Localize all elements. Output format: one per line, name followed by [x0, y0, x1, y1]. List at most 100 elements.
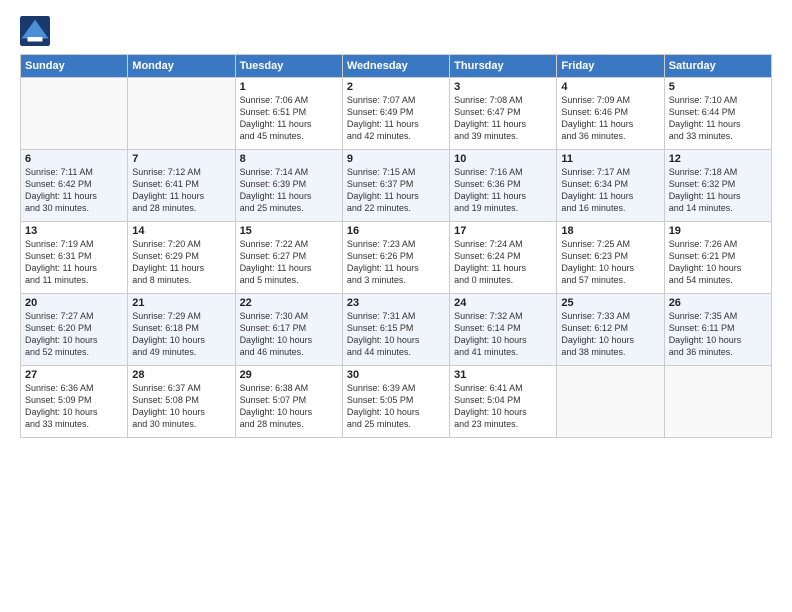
calendar-cell: 13Sunrise: 7:19 AM Sunset: 6:31 PM Dayli… — [21, 222, 128, 294]
day-number: 24 — [454, 297, 552, 309]
calendar-cell — [557, 366, 664, 438]
day-info: Sunrise: 7:14 AM Sunset: 6:39 PM Dayligh… — [240, 166, 338, 215]
calendar-cell: 1Sunrise: 7:06 AM Sunset: 6:51 PM Daylig… — [235, 78, 342, 150]
day-number: 14 — [132, 225, 230, 237]
weekday-header-monday: Monday — [128, 55, 235, 78]
day-info: Sunrise: 7:29 AM Sunset: 6:18 PM Dayligh… — [132, 310, 230, 359]
day-info: Sunrise: 7:20 AM Sunset: 6:29 PM Dayligh… — [132, 238, 230, 287]
calendar-cell: 25Sunrise: 7:33 AM Sunset: 6:12 PM Dayli… — [557, 294, 664, 366]
day-number: 18 — [561, 225, 659, 237]
calendar-cell: 28Sunrise: 6:37 AM Sunset: 5:08 PM Dayli… — [128, 366, 235, 438]
day-info: Sunrise: 7:24 AM Sunset: 6:24 PM Dayligh… — [454, 238, 552, 287]
day-number: 31 — [454, 369, 552, 381]
calendar-cell: 22Sunrise: 7:30 AM Sunset: 6:17 PM Dayli… — [235, 294, 342, 366]
calendar-cell: 3Sunrise: 7:08 AM Sunset: 6:47 PM Daylig… — [450, 78, 557, 150]
header — [20, 16, 772, 46]
day-info: Sunrise: 7:18 AM Sunset: 6:32 PM Dayligh… — [669, 166, 767, 215]
calendar-cell: 24Sunrise: 7:32 AM Sunset: 6:14 PM Dayli… — [450, 294, 557, 366]
calendar-cell: 20Sunrise: 7:27 AM Sunset: 6:20 PM Dayli… — [21, 294, 128, 366]
calendar-cell: 26Sunrise: 7:35 AM Sunset: 6:11 PM Dayli… — [664, 294, 771, 366]
page: SundayMondayTuesdayWednesdayThursdayFrid… — [0, 0, 792, 448]
weekday-header-thursday: Thursday — [450, 55, 557, 78]
calendar-cell: 10Sunrise: 7:16 AM Sunset: 6:36 PM Dayli… — [450, 150, 557, 222]
calendar-cell: 8Sunrise: 7:14 AM Sunset: 6:39 PM Daylig… — [235, 150, 342, 222]
day-info: Sunrise: 7:09 AM Sunset: 6:46 PM Dayligh… — [561, 94, 659, 143]
calendar-cell: 30Sunrise: 6:39 AM Sunset: 5:05 PM Dayli… — [342, 366, 449, 438]
day-number: 29 — [240, 369, 338, 381]
calendar-cell: 6Sunrise: 7:11 AM Sunset: 6:42 PM Daylig… — [21, 150, 128, 222]
calendar-cell — [664, 366, 771, 438]
day-info: Sunrise: 6:36 AM Sunset: 5:09 PM Dayligh… — [25, 382, 123, 431]
weekday-header-friday: Friday — [557, 55, 664, 78]
logo-icon — [20, 16, 50, 46]
calendar-week-3: 13Sunrise: 7:19 AM Sunset: 6:31 PM Dayli… — [21, 222, 772, 294]
day-number: 3 — [454, 81, 552, 93]
day-info: Sunrise: 7:12 AM Sunset: 6:41 PM Dayligh… — [132, 166, 230, 215]
day-info: Sunrise: 6:41 AM Sunset: 5:04 PM Dayligh… — [454, 382, 552, 431]
calendar-cell: 11Sunrise: 7:17 AM Sunset: 6:34 PM Dayli… — [557, 150, 664, 222]
day-info: Sunrise: 7:06 AM Sunset: 6:51 PM Dayligh… — [240, 94, 338, 143]
day-number: 10 — [454, 153, 552, 165]
day-info: Sunrise: 7:16 AM Sunset: 6:36 PM Dayligh… — [454, 166, 552, 215]
day-number: 6 — [25, 153, 123, 165]
day-number: 30 — [347, 369, 445, 381]
day-number: 22 — [240, 297, 338, 309]
day-number: 2 — [347, 81, 445, 93]
day-number: 1 — [240, 81, 338, 93]
day-number: 27 — [25, 369, 123, 381]
calendar-cell: 18Sunrise: 7:25 AM Sunset: 6:23 PM Dayli… — [557, 222, 664, 294]
day-info: Sunrise: 7:30 AM Sunset: 6:17 PM Dayligh… — [240, 310, 338, 359]
day-number: 12 — [669, 153, 767, 165]
day-info: Sunrise: 7:19 AM Sunset: 6:31 PM Dayligh… — [25, 238, 123, 287]
day-number: 4 — [561, 81, 659, 93]
calendar-week-4: 20Sunrise: 7:27 AM Sunset: 6:20 PM Dayli… — [21, 294, 772, 366]
calendar-cell: 12Sunrise: 7:18 AM Sunset: 6:32 PM Dayli… — [664, 150, 771, 222]
calendar-cell — [128, 78, 235, 150]
day-number: 9 — [347, 153, 445, 165]
day-number: 5 — [669, 81, 767, 93]
day-info: Sunrise: 7:25 AM Sunset: 6:23 PM Dayligh… — [561, 238, 659, 287]
calendar-week-5: 27Sunrise: 6:36 AM Sunset: 5:09 PM Dayli… — [21, 366, 772, 438]
day-number: 23 — [347, 297, 445, 309]
calendar-cell: 23Sunrise: 7:31 AM Sunset: 6:15 PM Dayli… — [342, 294, 449, 366]
calendar-cell: 15Sunrise: 7:22 AM Sunset: 6:27 PM Dayli… — [235, 222, 342, 294]
weekday-header-wednesday: Wednesday — [342, 55, 449, 78]
day-info: Sunrise: 6:37 AM Sunset: 5:08 PM Dayligh… — [132, 382, 230, 431]
day-number: 13 — [25, 225, 123, 237]
day-number: 16 — [347, 225, 445, 237]
day-info: Sunrise: 7:10 AM Sunset: 6:44 PM Dayligh… — [669, 94, 767, 143]
calendar-cell: 27Sunrise: 6:36 AM Sunset: 5:09 PM Dayli… — [21, 366, 128, 438]
day-info: Sunrise: 7:31 AM Sunset: 6:15 PM Dayligh… — [347, 310, 445, 359]
calendar-cell: 5Sunrise: 7:10 AM Sunset: 6:44 PM Daylig… — [664, 78, 771, 150]
day-info: Sunrise: 7:27 AM Sunset: 6:20 PM Dayligh… — [25, 310, 123, 359]
calendar-week-2: 6Sunrise: 7:11 AM Sunset: 6:42 PM Daylig… — [21, 150, 772, 222]
calendar-cell: 2Sunrise: 7:07 AM Sunset: 6:49 PM Daylig… — [342, 78, 449, 150]
calendar-cell: 21Sunrise: 7:29 AM Sunset: 6:18 PM Dayli… — [128, 294, 235, 366]
day-info: Sunrise: 7:33 AM Sunset: 6:12 PM Dayligh… — [561, 310, 659, 359]
day-info: Sunrise: 7:17 AM Sunset: 6:34 PM Dayligh… — [561, 166, 659, 215]
day-number: 25 — [561, 297, 659, 309]
weekday-header-sunday: Sunday — [21, 55, 128, 78]
calendar-cell: 31Sunrise: 6:41 AM Sunset: 5:04 PM Dayli… — [450, 366, 557, 438]
day-number: 20 — [25, 297, 123, 309]
day-info: Sunrise: 6:38 AM Sunset: 5:07 PM Dayligh… — [240, 382, 338, 431]
day-number: 7 — [132, 153, 230, 165]
weekday-header-row: SundayMondayTuesdayWednesdayThursdayFrid… — [21, 55, 772, 78]
calendar-cell: 14Sunrise: 7:20 AM Sunset: 6:29 PM Dayli… — [128, 222, 235, 294]
day-number: 28 — [132, 369, 230, 381]
weekday-header-tuesday: Tuesday — [235, 55, 342, 78]
calendar-cell: 17Sunrise: 7:24 AM Sunset: 6:24 PM Dayli… — [450, 222, 557, 294]
calendar-cell: 16Sunrise: 7:23 AM Sunset: 6:26 PM Dayli… — [342, 222, 449, 294]
calendar-cell: 29Sunrise: 6:38 AM Sunset: 5:07 PM Dayli… — [235, 366, 342, 438]
day-info: Sunrise: 7:22 AM Sunset: 6:27 PM Dayligh… — [240, 238, 338, 287]
calendar-cell: 7Sunrise: 7:12 AM Sunset: 6:41 PM Daylig… — [128, 150, 235, 222]
day-info: Sunrise: 7:07 AM Sunset: 6:49 PM Dayligh… — [347, 94, 445, 143]
calendar-cell: 4Sunrise: 7:09 AM Sunset: 6:46 PM Daylig… — [557, 78, 664, 150]
day-number: 19 — [669, 225, 767, 237]
calendar-cell: 19Sunrise: 7:26 AM Sunset: 6:21 PM Dayli… — [664, 222, 771, 294]
day-number: 17 — [454, 225, 552, 237]
calendar-cell — [21, 78, 128, 150]
day-info: Sunrise: 7:32 AM Sunset: 6:14 PM Dayligh… — [454, 310, 552, 359]
day-number: 15 — [240, 225, 338, 237]
day-info: Sunrise: 7:08 AM Sunset: 6:47 PM Dayligh… — [454, 94, 552, 143]
